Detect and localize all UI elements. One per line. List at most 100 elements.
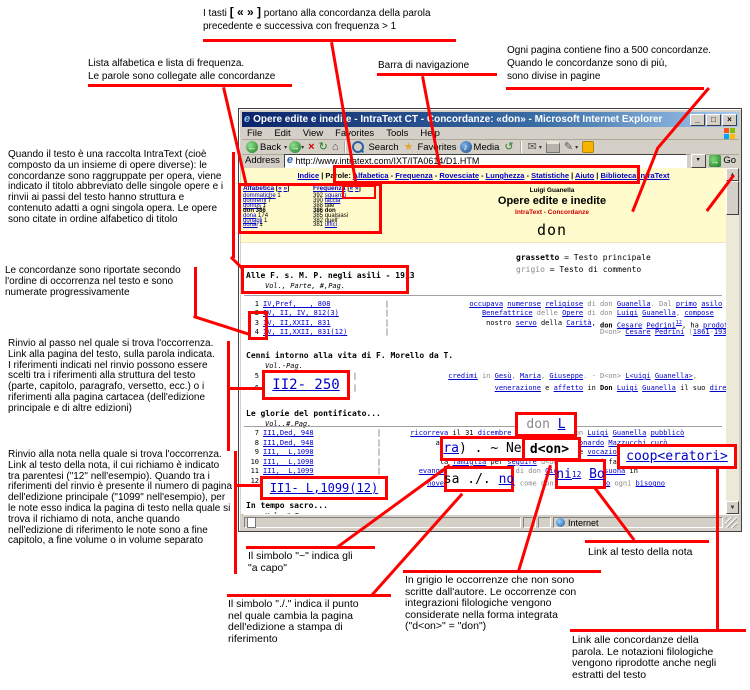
passage-ref-link[interactable]: II1,Ded, 948 <box>263 429 373 437</box>
text-link[interactable]: L<uigi <box>625 372 650 380</box>
highlight-arrows-box <box>342 185 376 199</box>
text-link[interactable]: ni <box>556 467 572 482</box>
passage-ref-link[interactable]: II1, L,1099 <box>263 467 373 475</box>
messenger-icon[interactable] <box>582 141 594 153</box>
text-link[interactable]: Luigi <box>587 429 608 437</box>
annotation-keys-pre: I tasti <box>203 8 230 19</box>
menu-file[interactable]: File <box>247 128 262 139</box>
home-icon[interactable]: ⌂ <box>332 141 339 153</box>
text-link[interactable]: bisogno <box>636 479 666 487</box>
text-link[interactable]: numerose <box>507 300 541 308</box>
annotation-keys-brackets: [ « » ] <box>230 5 261 19</box>
media-icon[interactable]: ♪ <box>460 141 472 153</box>
pipe-separator: | <box>349 372 361 380</box>
passage-ref-link[interactable]: IV, II,XXII, 831(12) <box>263 328 381 336</box>
text-run: don <box>600 300 613 308</box>
title-bar[interactable]: e Opere edite e inedite - IntraText CT -… <box>242 112 739 127</box>
back-label[interactable]: Back <box>260 142 281 153</box>
text-run: don <box>600 309 613 317</box>
text-link[interactable]: 1939 <box>714 328 726 336</box>
resize-grip[interactable] <box>725 517 737 528</box>
scroll-thumb[interactable] <box>726 181 739 215</box>
text-link[interactable]: primo <box>676 300 697 308</box>
close-button[interactable]: × <box>722 114 737 126</box>
menu-edit[interactable]: Edit <box>274 128 290 139</box>
text-run: grigio <box>516 265 545 274</box>
search-label[interactable]: Search <box>368 142 398 153</box>
mail-dropdown-icon[interactable]: ▾ <box>539 144 542 151</box>
pipe-separator: | <box>373 439 385 447</box>
context-before: credimi in Gesù, Maria, Giuseppe. - <box>361 372 600 380</box>
edit-icon[interactable]: ✎ <box>564 141 573 153</box>
passage-ref-link[interactable]: II1, L,1098 <box>263 458 373 466</box>
text-link[interactable]: affetto <box>554 384 584 392</box>
text-link[interactable]: Benefattrice <box>482 309 533 317</box>
annotation-tilde: Il simbolo "~" indica gli "a capo" <box>248 551 383 574</box>
text-link[interactable]: Carità <box>566 319 591 327</box>
text-link[interactable]: direttore <box>710 384 726 392</box>
passage-ref-link[interactable]: II1,Ded, 948 <box>263 439 373 447</box>
minimize-button[interactable]: _ <box>690 114 705 126</box>
text-link[interactable]: Guanella <box>642 384 676 392</box>
text-link[interactable]: Giuseppe <box>549 372 583 380</box>
passage-ref-link[interactable]: II1, L,1098 <box>263 448 373 456</box>
legend-line: grassetto = Testo principale <box>516 252 651 264</box>
search-icon[interactable] <box>352 141 364 153</box>
text-link[interactable]: coop<eratori> <box>626 449 728 464</box>
text-link[interactable]: Guanella> <box>655 372 693 380</box>
text-link[interactable]: Guanella <box>617 300 651 308</box>
url-text[interactable]: http://www.intratext.com/IXT/ITA0614/D1.… <box>296 156 480 166</box>
go-button[interactable]: → Go <box>709 155 736 167</box>
text-link[interactable]: Luigi <box>617 309 638 317</box>
text-link[interactable]: L <box>558 417 566 432</box>
history-icon[interactable]: ↺ <box>504 141 513 153</box>
text-link[interactable]: Gesù <box>495 372 512 380</box>
text-link[interactable]: II2- 250 <box>272 377 339 393</box>
text-link[interactable]: pubblicò <box>651 429 685 437</box>
menu-tools[interactable]: Tools <box>386 128 408 139</box>
text-link[interactable]: asilo <box>701 300 722 308</box>
text-link[interactable]: 1861 <box>693 328 710 336</box>
text-link[interactable]: Indice <box>297 171 319 180</box>
refresh-icon[interactable]: ↻ <box>319 141 328 153</box>
print-icon[interactable] <box>546 141 560 153</box>
text-link[interactable]: Cesare <box>625 328 650 336</box>
edit-dropdown-icon[interactable]: ▾ <box>575 144 578 151</box>
legend-line: grigio = Testo di commento <box>516 264 651 276</box>
text-link[interactable]: Pedrini <box>655 328 685 336</box>
favorites-star-icon[interactable]: ★ <box>404 141 414 153</box>
menu-favorites[interactable]: Favorites <box>335 128 374 139</box>
text-link[interactable]: servo <box>516 319 537 327</box>
text-link[interactable]: Guanella <box>613 429 647 437</box>
text-link[interactable]: no <box>499 472 515 487</box>
menu-view[interactable]: View <box>303 128 323 139</box>
forward-dropdown-icon[interactable]: ▾ <box>301 144 304 151</box>
annotation-navbar: Barra di navigazione <box>378 59 508 72</box>
forward-icon[interactable]: → <box>289 141 301 153</box>
mail-icon[interactable]: ✉ <box>528 141 537 153</box>
address-dropdown-button[interactable]: ▾ <box>691 154 706 168</box>
text-link[interactable]: Opere <box>562 309 583 317</box>
passage-ref-link[interactable]: IV, II, IV, 812(3) <box>263 309 381 317</box>
text-link[interactable]: compose <box>684 309 714 317</box>
text-link[interactable]: Luigi <box>617 384 638 392</box>
back-dropdown-icon[interactable]: ▾ <box>284 144 287 151</box>
text-link[interactable]: II1- L,1099(12) <box>270 481 378 495</box>
text-link[interactable]: ra <box>443 441 459 456</box>
text-link[interactable]: Maria <box>520 372 541 380</box>
passage-ref-link[interactable]: IV,Pref, , 808 <box>263 300 381 308</box>
text-link[interactable]: 12 <box>572 470 581 479</box>
text-link[interactable]: occupava <box>469 300 503 308</box>
text-link[interactable]: Guanella <box>642 309 676 317</box>
media-label[interactable]: Media <box>474 142 500 153</box>
text-link[interactable]: Bo <box>589 467 605 482</box>
text-link[interactable]: religiose <box>545 300 583 308</box>
scroll-down-button[interactable]: ▼ <box>726 501 739 514</box>
stop-icon[interactable]: × <box>308 141 314 153</box>
back-icon[interactable]: ← <box>246 141 258 153</box>
maximize-button[interactable]: □ <box>706 114 721 126</box>
text-link[interactable]: venerazione <box>495 384 541 392</box>
text-link[interactable]: credimi <box>448 372 478 380</box>
text-run <box>385 467 419 475</box>
ie-icon: e <box>244 114 250 125</box>
